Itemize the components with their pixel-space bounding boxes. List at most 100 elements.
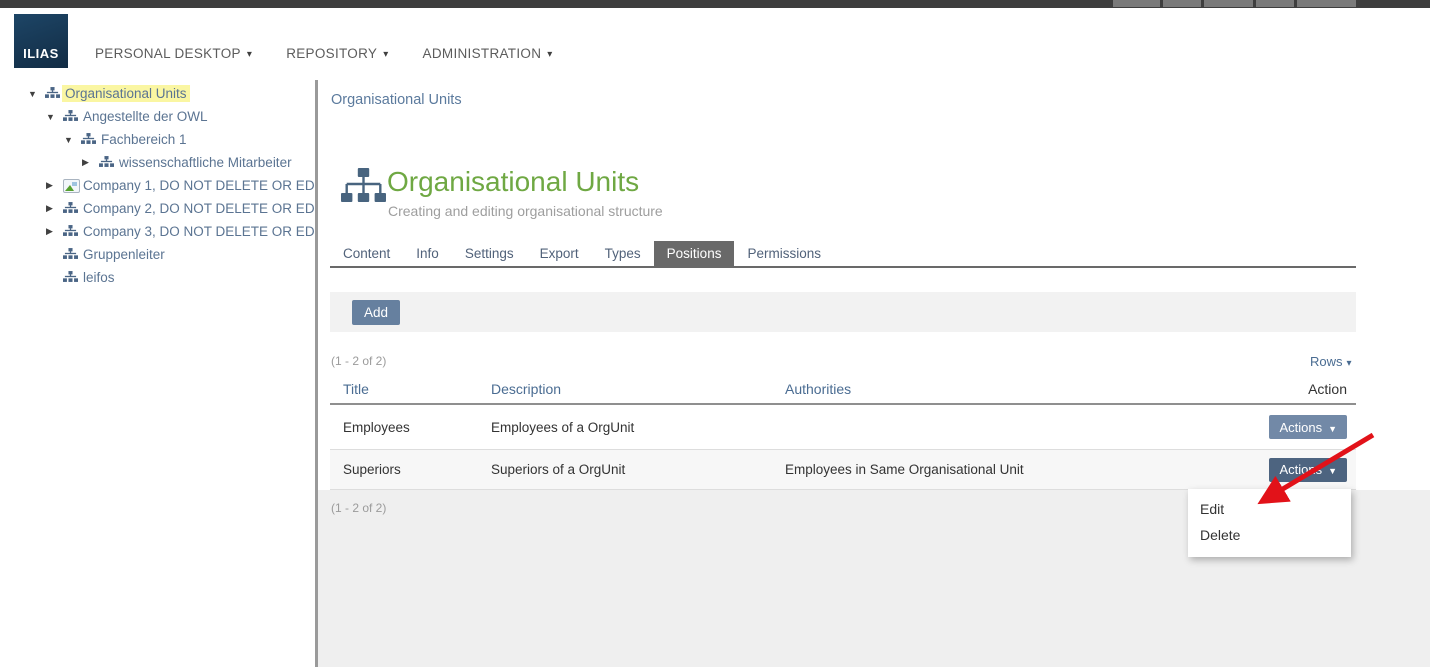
tree-item-label: Fachbereich 1 <box>98 131 190 148</box>
tab-types[interactable]: Types <box>592 241 654 266</box>
chevron-down-icon: ▾ <box>1347 358 1352 369</box>
menu-item-label: PERSONAL DESKTOP <box>95 46 241 61</box>
actions-button[interactable]: Actions ▼ <box>1269 415 1347 439</box>
result-counter-top: (1 - 2 of 2) <box>331 354 386 368</box>
rows-label: Rows <box>1310 354 1343 369</box>
tab-export[interactable]: Export <box>527 241 592 266</box>
tab-positions[interactable]: Positions <box>654 241 735 266</box>
menu-item-edit[interactable]: Edit <box>1188 496 1351 522</box>
tree-item-label: leifos <box>80 269 118 286</box>
browser-top-strip <box>0 0 1430 8</box>
cell-action: Actions ▼ <box>1176 415 1356 439</box>
actions-button-label: Actions <box>1279 462 1322 477</box>
chevron-down-icon: ▼ <box>1328 466 1337 476</box>
tree-item[interactable]: ▼ Organisational Units <box>0 82 315 105</box>
cell-title: Superiors <box>330 462 491 477</box>
orgunit-icon <box>63 202 80 215</box>
cell-description: Superiors of a OrgUnit <box>491 462 785 477</box>
image-icon <box>63 179 80 193</box>
tree-item[interactable]: ▶ Company 1, DO NOT DELETE OR EDIT!!! <box>0 174 315 197</box>
tree-item[interactable]: ▶ Company 3, DO NOT DELETE OR EDIT!!! <box>0 220 315 243</box>
collapse-icon[interactable]: ▼ <box>28 89 45 99</box>
column-header-label: Title <box>343 381 369 397</box>
chevron-down-icon: ▼ <box>1328 424 1337 434</box>
org-tree: ▼ Organisational Units ▼ Angestellte der OW… <box>0 82 315 289</box>
tree-item[interactable]: leifos <box>0 266 315 289</box>
ilias-logo[interactable]: ILIAS <box>14 14 68 68</box>
tree-item[interactable]: ▶ wissenschaftliche Mitarbeiter <box>0 151 315 174</box>
tree-item-label: Angestellte der OWL <box>80 108 211 125</box>
column-header-label: Description <box>491 381 561 397</box>
browser-tab-fragment <box>1256 0 1294 7</box>
orgunit-icon <box>63 110 80 123</box>
page-title: Organisational Units <box>387 166 639 198</box>
breadcrumb[interactable]: Organisational Units <box>331 92 462 108</box>
tree-item-label: Organisational Units <box>62 85 190 102</box>
menu-item-personal-desktop[interactable]: PERSONAL DESKTOP ▾ <box>95 46 252 61</box>
menu-item-delete[interactable]: Delete <box>1188 522 1351 548</box>
result-counter-bottom: (1 - 2 of 2) <box>331 501 386 515</box>
tree-item-label: Gruppenleiter <box>80 246 168 263</box>
menu-item-label: ADMINISTRATION <box>423 46 542 61</box>
column-header-label: Authorities <box>785 381 851 397</box>
positions-table: Title Description Authorities Action Employ… <box>330 375 1356 490</box>
expand-icon[interactable]: ▶ <box>46 203 63 214</box>
tab-bar: ContentInfoSettingsExportTypesPositionsP… <box>330 241 1356 268</box>
chevron-down-icon: ▾ <box>383 49 388 60</box>
column-header-authorities[interactable]: Authorities <box>785 381 1176 397</box>
menu-item-label: REPOSITORY <box>286 46 377 61</box>
table-header-row: Title Description Authorities Action <box>330 375 1356 405</box>
tree-item[interactable]: ▶ Company 2, DO NOT DELETE OR EDIT!!! <box>0 197 315 220</box>
toolbar: Add <box>330 292 1356 332</box>
browser-tab-fragment <box>1297 0 1356 7</box>
menu-item-repository[interactable]: REPOSITORY ▾ <box>286 46 388 61</box>
tree-item-label: Company 3, DO NOT DELETE OR EDIT!!! <box>80 223 315 240</box>
page-subtitle: Creating and editing organisational stru… <box>388 203 663 219</box>
actions-button-label: Actions <box>1279 420 1322 435</box>
expand-icon[interactable]: ▶ <box>46 226 63 237</box>
orgunit-icon <box>63 225 80 238</box>
orgunit-icon <box>99 156 116 169</box>
expand-icon[interactable]: ▶ <box>46 180 63 191</box>
main-menu: PERSONAL DESKTOP▾REPOSITORY▾ADMINISTRATI… <box>95 46 553 61</box>
column-header-label: Action <box>1308 381 1347 397</box>
browser-tab-fragment <box>1204 0 1253 7</box>
column-header-title[interactable]: Title <box>330 381 491 397</box>
tree-item[interactable]: Gruppenleiter <box>0 243 315 266</box>
orgunit-icon <box>63 271 80 284</box>
add-button[interactable]: Add <box>352 300 400 325</box>
collapse-icon[interactable]: ▼ <box>64 135 81 145</box>
orgunit-header-icon <box>341 168 386 211</box>
tab-permissions[interactable]: Permissions <box>734 241 834 266</box>
tree-item[interactable]: ▼ Angestellte der OWL <box>0 105 315 128</box>
table-row: SuperiorsSuperiors of a OrgUnitEmployees… <box>330 450 1356 490</box>
expand-icon[interactable]: ▶ <box>82 157 99 168</box>
column-header-description[interactable]: Description <box>491 381 785 397</box>
tab-info[interactable]: Info <box>403 241 452 266</box>
menu-item-administration[interactable]: ADMINISTRATION ▾ <box>423 46 553 61</box>
cell-description: Employees of a OrgUnit <box>491 420 785 435</box>
browser-tab-fragment <box>1163 0 1201 7</box>
tree-item-label: wissenschaftliche Mitarbeiter <box>116 154 295 171</box>
tree-item[interactable]: ▼ Fachbereich 1 <box>0 128 315 151</box>
cell-authorities: Employees in Same Organisational Unit <box>785 462 1176 477</box>
orgunit-icon <box>81 133 98 146</box>
orgunit-icon <box>45 87 62 100</box>
ilias-admin-page: ILIAS PERSONAL DESKTOP▾REPOSITORY▾ADMINI… <box>0 0 1430 667</box>
chevron-down-icon: ▾ <box>547 49 552 60</box>
chevron-down-icon: ▾ <box>247 49 252 60</box>
table-row: EmployeesEmployees of a OrgUnit Actions ▼ <box>330 405 1356 450</box>
column-header-action: Action <box>1176 381 1356 397</box>
actions-dropdown-menu: EditDelete <box>1188 489 1351 557</box>
actions-button[interactable]: Actions ▼ <box>1269 458 1347 482</box>
tab-settings[interactable]: Settings <box>452 241 527 266</box>
orgunit-icon <box>63 248 80 261</box>
cell-title: Employees <box>330 420 491 435</box>
tab-content[interactable]: Content <box>330 241 403 266</box>
browser-tab-fragment <box>1113 0 1160 7</box>
cell-action: Actions ▼ <box>1176 458 1356 482</box>
tree-item-label: Company 1, DO NOT DELETE OR EDIT!!! <box>80 177 315 194</box>
collapse-icon[interactable]: ▼ <box>46 112 63 122</box>
rows-per-page-dropdown[interactable]: Rows ▾ <box>1310 354 1352 369</box>
tree-item-label: Company 2, DO NOT DELETE OR EDIT!!! <box>80 200 315 217</box>
